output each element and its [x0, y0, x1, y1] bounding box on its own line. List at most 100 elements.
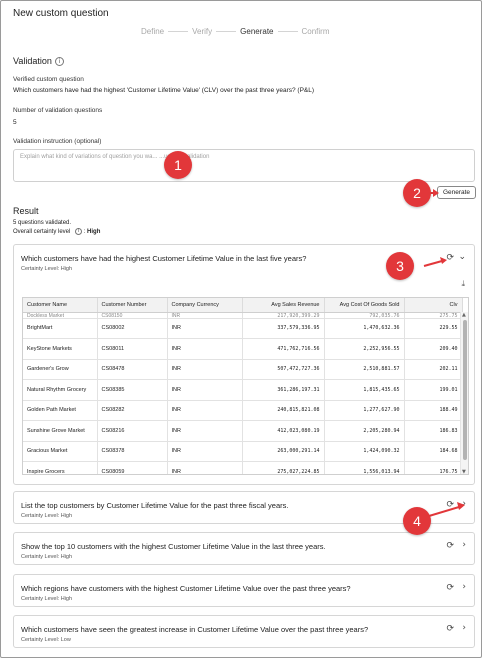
question-text: List the top customers by Customer Lifet…	[21, 501, 289, 510]
dialog-frame: New custom question Define Verify Genera…	[0, 0, 482, 658]
col-header-avg-sales-revenue[interactable]: Avg Sales Revenue	[242, 298, 325, 313]
table-row: Inspire Grocers CS08059 INR 275,027,224.85 1…	[23, 461, 463, 474]
table-cell: 2,205,280.94	[324, 420, 405, 442]
annotation-badge-1: 1	[164, 151, 192, 179]
annotation-badge-4: 4	[403, 507, 431, 535]
table-cell: CS08002	[97, 318, 168, 339]
result-heading: Result	[13, 206, 39, 216]
table-row: Natural Rhythm Grocery CS08385 INR 361,286,…	[23, 379, 463, 401]
table-cell: 240,815,821.08	[242, 400, 325, 421]
refresh-icon[interactable]: ⟳	[446, 541, 454, 551]
validated-count: 5 questions validated.	[13, 220, 72, 226]
question-card[interactable]: Show the top 10 customers with the highe…	[13, 532, 475, 565]
table-cell: INR	[167, 379, 243, 401]
validation-heading-text: Validation	[13, 56, 52, 66]
table-cell: 1,815,435.65	[324, 379, 405, 401]
refresh-icon[interactable]: ⟳	[446, 624, 454, 634]
col-header-clv[interactable]: Clv	[404, 298, 463, 313]
certainty-value: High	[87, 229, 101, 235]
table-cell: 2,252,956.55	[324, 338, 405, 360]
step-define: Define	[141, 27, 165, 36]
col-header-customer-number[interactable]: Customer Number	[97, 298, 168, 313]
table-cell: INR	[167, 318, 243, 339]
table-scrollbar[interactable]: ▲ ▼	[460, 312, 468, 474]
table-cell: 361,286,197.31	[242, 379, 325, 401]
table-cell: 1,277,627.90	[324, 400, 405, 421]
table-cell: CS08282	[97, 400, 168, 421]
step-confirm: Confirm	[301, 27, 330, 36]
table-cell: 337,579,336.95	[242, 318, 325, 339]
info-icon[interactable]: i	[75, 228, 83, 235]
info-icon[interactable]: i	[54, 57, 64, 66]
certainty-text: Certainty Level: High	[21, 596, 73, 602]
verified-question-text: Which customers have had the highest 'Cu…	[13, 87, 315, 94]
col-header-company-currency[interactable]: Company Currency	[167, 298, 243, 313]
table-cell: Golden Path Market	[23, 400, 98, 421]
step-separator	[277, 31, 298, 32]
chevron-right-icon[interactable]: ›	[462, 623, 466, 633]
table-cell: 1,470,632.36	[324, 318, 405, 339]
table-row: Sunshine Grove Market CS08216 INR 412,023,0…	[23, 420, 463, 442]
table-row: Gardener's Grow CS08478 INR 507,472,727.36 2…	[23, 359, 463, 380]
table-cell: 263,000,291.14	[242, 441, 325, 462]
table-cell: 176.75	[404, 461, 463, 474]
refresh-icon[interactable]: ⟳	[446, 583, 454, 593]
expanded-question-card[interactable]: Which customers have had the highest Cus…	[13, 244, 475, 485]
table-cell: Natural Rhythm Grocery	[23, 379, 98, 401]
col-header-customer-name[interactable]: Customer Name	[23, 298, 98, 313]
table-row: KeyStone Markets CS08011 INR 471,762,716.56…	[23, 338, 463, 360]
scroll-up-icon[interactable]: ▲	[462, 312, 466, 318]
table-cell: CS08378	[97, 441, 168, 462]
question-text: Which regions have customers with the hi…	[21, 584, 351, 593]
table-cell: Inspire Grocers	[23, 461, 98, 474]
generate-button[interactable]: Generate	[437, 186, 476, 199]
validation-heading: Validation i	[13, 56, 64, 66]
verified-question-label: Verified custom question	[13, 76, 84, 83]
step-verify: Verify	[192, 27, 213, 36]
step-generate: Generate	[240, 27, 274, 36]
chevron-right-icon[interactable]: ›	[462, 540, 466, 550]
certainty-text: Certainty Level: High	[21, 513, 73, 519]
table-cell: 202.11	[404, 359, 463, 380]
table-cell: 229.55	[404, 318, 463, 339]
table-cell: BrightMart	[23, 318, 98, 339]
col-header-avg-cogs[interactable]: Avg Cost Of Goods Sold	[324, 298, 405, 313]
table-row: Golden Path Market CS08282 INR 240,815,821.…	[23, 400, 463, 421]
question-text: Which customers have had the highest Cus…	[21, 254, 307, 263]
table-cell: CS08216	[97, 420, 168, 442]
question-card[interactable]: Which customers have seen the greatest i…	[13, 615, 475, 648]
annotation-badge-3: 3	[386, 252, 414, 280]
scrollbar-thumb[interactable]	[463, 320, 467, 460]
question-text: Which customers have seen the greatest i…	[21, 625, 369, 634]
table-cell: Sunshine Grove Market	[23, 420, 98, 442]
num-questions-value: 5	[13, 119, 17, 126]
table-cell: 184.68	[404, 441, 463, 462]
table-cell: INR	[167, 441, 243, 462]
overall-certainty: Overall certainty level i : High	[13, 228, 101, 235]
table-cell: 1,424,090.32	[324, 441, 405, 462]
chevron-right-icon[interactable]: ›	[462, 582, 466, 592]
num-questions-label: Number of validation questions	[13, 107, 103, 114]
table-cell: INR	[167, 359, 243, 380]
table-cell: 199.01	[404, 379, 463, 401]
table-cell: CS08478	[97, 359, 168, 380]
table-cell: CS08011	[97, 338, 168, 360]
question-text: Show the top 10 customers with the highe…	[21, 542, 326, 551]
question-card[interactable]: Which regions have customers with the hi…	[13, 574, 475, 607]
chevron-down-icon[interactable]: ⌄	[458, 252, 466, 262]
table-cell: 188.49	[404, 400, 463, 421]
download-icon[interactable]: ⤓	[461, 279, 465, 289]
table-cell: CS08059	[97, 461, 168, 474]
table-header-row: Customer Name Customer Number Company Cu…	[23, 298, 463, 313]
certainty-text: Certainty Level: Low	[21, 637, 71, 643]
table-row: Gracious Market CS08378 INR 263,000,291.14 1…	[23, 441, 463, 462]
results-table: Customer Name Customer Number Company Cu…	[22, 297, 469, 475]
table-cell: 209.40	[404, 338, 463, 360]
table-cell: 412,023,080.19	[242, 420, 325, 442]
scroll-down-icon[interactable]: ▼	[462, 469, 466, 474]
instruction-label: Validation instruction (optional)	[13, 138, 102, 145]
certainty-label: Overall certainty level	[13, 229, 71, 235]
dialog-title: New custom question	[13, 8, 109, 19]
table-cell: CS08385	[97, 379, 168, 401]
table-cell: 1,556,013.94	[324, 461, 405, 474]
